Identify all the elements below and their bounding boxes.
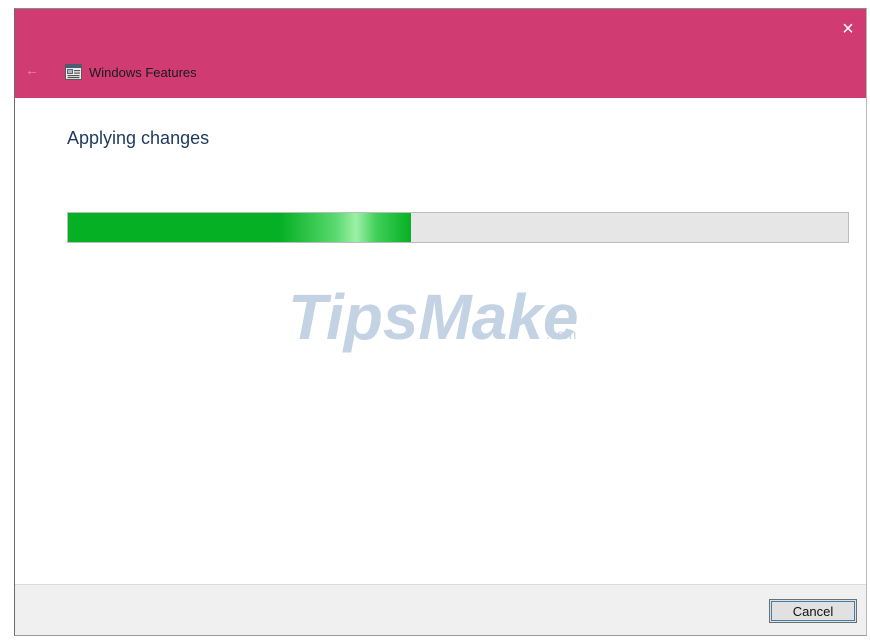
dialog-footer: Cancel [15, 584, 866, 635]
svg-text:.com: .com [546, 326, 576, 342]
tipsmake-watermark-logo: TipsMake .com [288, 281, 579, 353]
close-button[interactable]: × [836, 17, 860, 41]
title-bar: × ← Windows Features [15, 9, 866, 98]
back-arrow-icon[interactable]: ← [25, 63, 39, 77]
windows-features-dialog: × ← Windows Features Applying changes Ti… [14, 8, 867, 636]
windows-features-icon [65, 64, 82, 80]
page-heading: Applying changes [67, 128, 210, 148]
window-title: Windows Features [89, 65, 197, 80]
cancel-button[interactable]: Cancel [769, 599, 857, 623]
progress-bar [67, 212, 849, 243]
close-icon: × [842, 18, 854, 40]
progress-bar-fill [68, 213, 412, 242]
svg-text:TipsMake: TipsMake [288, 281, 579, 353]
